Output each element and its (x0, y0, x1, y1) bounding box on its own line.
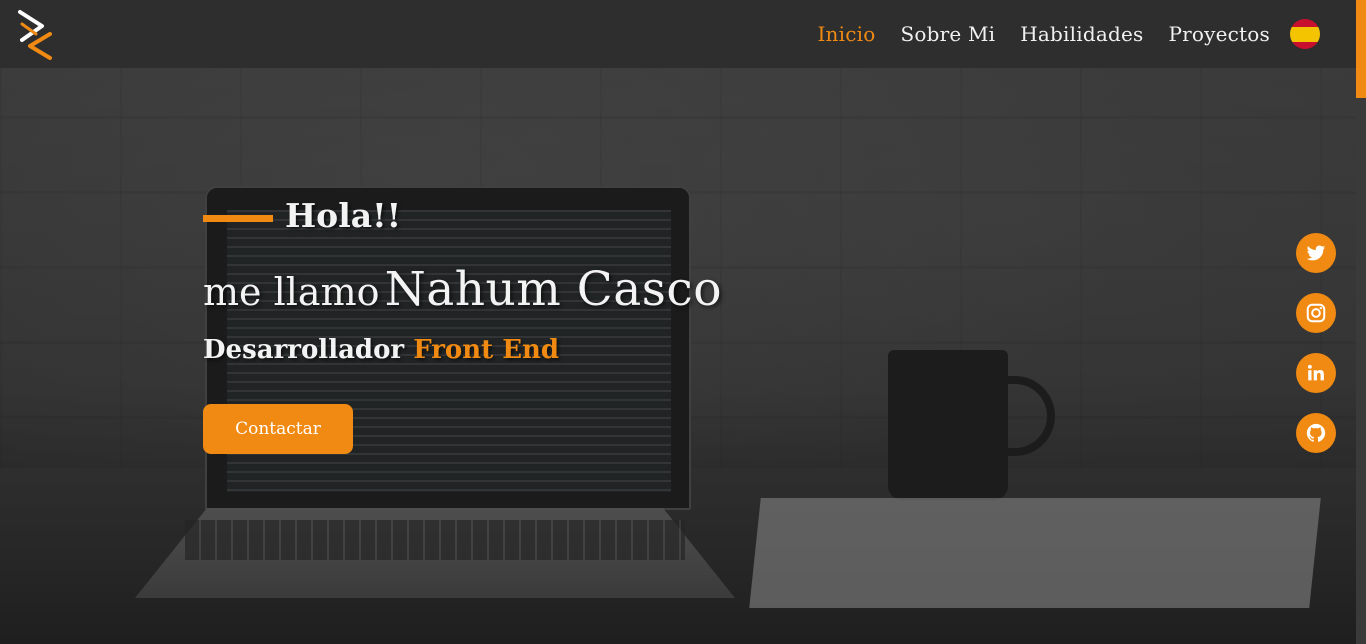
name-prefix: me llamo (203, 270, 380, 314)
name: Nahum Casco (384, 262, 722, 317)
logo-icon[interactable] (16, 6, 56, 62)
nav-link-proyectos[interactable]: Proyectos (1168, 22, 1270, 46)
twitter-icon (1306, 245, 1326, 261)
nav-links: Inicio Sobre Mi Habilidades Proyectos (792, 0, 1320, 68)
github-button[interactable] (1296, 413, 1336, 453)
spain-flag-icon[interactable] (1290, 19, 1320, 49)
role-prefix: Desarrollador (203, 335, 405, 365)
nav-link-habilidades[interactable]: Habilidades (1020, 22, 1143, 46)
contact-button[interactable]: Contactar (203, 404, 353, 454)
role-accent: Front End (413, 335, 560, 365)
instagram-icon (1306, 303, 1326, 323)
navbar: Inicio Sobre Mi Habilidades Proyectos (0, 0, 1356, 68)
scrollbar-thumb[interactable] (1356, 0, 1366, 98)
nav-link-inicio[interactable]: Inicio (817, 22, 875, 46)
github-icon (1306, 423, 1326, 442)
instagram-button[interactable] (1296, 293, 1336, 333)
twitter-button[interactable] (1296, 233, 1336, 273)
greeting-text: Hola!! (285, 196, 402, 235)
nav-link-sobre-mi[interactable]: Sobre Mi (900, 22, 995, 46)
hero-name-heading: me llamo Nahum Casco (203, 262, 722, 317)
linkedin-button[interactable] (1296, 353, 1336, 393)
greeting: Hola!! (203, 196, 401, 235)
linkedin-icon (1307, 364, 1324, 381)
hero-role: Desarrollador Front End (203, 335, 559, 365)
greeting-accent-line (203, 215, 273, 222)
scrollbar[interactable] (1356, 0, 1366, 644)
